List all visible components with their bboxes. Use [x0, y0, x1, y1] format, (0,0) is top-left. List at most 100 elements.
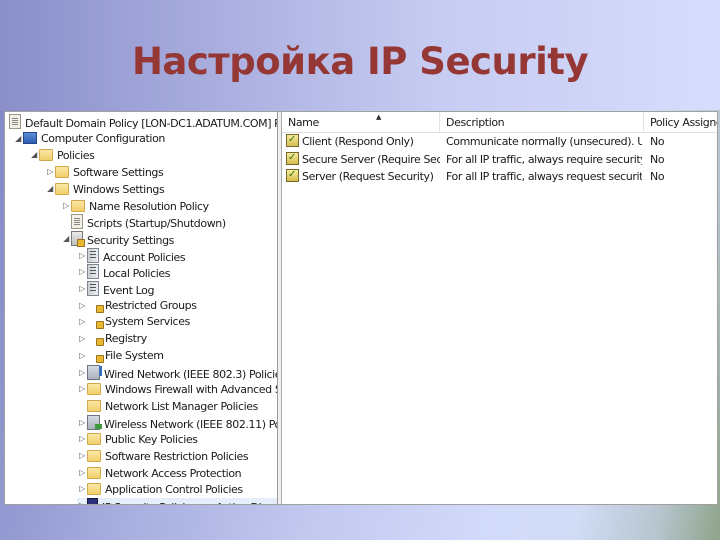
expand-arrow-icon[interactable]: ▷ — [77, 448, 87, 464]
list-header: Name ▲ Description Policy Assigned — [282, 112, 717, 133]
folder-icon — [87, 466, 101, 479]
tree-item-label: Name Resolution Policy — [89, 199, 209, 213]
cell-name: Server (Request Security) — [286, 168, 440, 185]
policy-name: Secure Server (Require Security) — [302, 152, 440, 166]
tree-item-label: Windows Firewall with Advanced Security — [105, 383, 277, 397]
expand-arrow-icon[interactable]: ▷ — [77, 298, 87, 314]
slide-title: Настройка IP Security — [131, 40, 589, 83]
tree-item[interactable]: ▷ File System — [77, 348, 164, 364]
tree-item-label: Registry — [105, 332, 147, 346]
column-header-policy-assigned[interactable]: Policy Assigned — [644, 112, 717, 132]
tree-item[interactable]: ▷ Name Resolution Policy — [61, 198, 209, 214]
expand-arrow-icon[interactable]: ▷ — [77, 331, 87, 347]
folder-icon — [87, 383, 101, 396]
folder-icon — [71, 199, 85, 212]
policy-row[interactable]: Secure Server (Require Security) For all … — [282, 151, 717, 168]
column-header-description[interactable]: Description — [440, 112, 644, 132]
tree-item[interactable]: ▷ IP Security Policies on Active Director… — [77, 498, 277, 504]
tree-item[interactable]: ▷ Wireless Network (IEEE 802.11) Policies — [77, 414, 277, 431]
folder-lock-icon — [87, 348, 104, 363]
expand-arrow-icon[interactable]: ▷ — [77, 381, 87, 397]
collapse-arrow-icon[interactable]: ◢ — [29, 147, 39, 163]
policy-assigned: No — [650, 152, 665, 166]
tree-item[interactable]: ◢ Security Settings — [61, 230, 174, 247]
expand-arrow-icon[interactable]: ▷ — [77, 415, 87, 431]
collapse-arrow-icon[interactable]: ◢ — [45, 181, 55, 197]
server-icon — [87, 264, 99, 280]
expand-arrow-icon[interactable]: ▷ — [77, 264, 87, 280]
expand-arrow-icon[interactable]: ▷ — [77, 365, 87, 381]
tree-item[interactable]: Network List Manager Policies — [77, 398, 258, 414]
tree-item[interactable]: ▷ System Services — [77, 314, 190, 330]
tree-item-label: Policies — [57, 149, 95, 163]
tree-item[interactable]: ▷ Public Key Policies — [77, 431, 198, 447]
tree-item-label: Wireless Network (IEEE 802.11) Policies — [104, 417, 277, 431]
doc-icon — [71, 214, 83, 230]
wireless-icon — [87, 414, 102, 430]
tree-item[interactable]: ◢ Computer Configuration — [13, 131, 165, 147]
tree-item[interactable]: ▷ Account Policies — [77, 247, 186, 264]
cell-name: Client (Respond Only) — [286, 133, 440, 150]
tree-item-label: Windows Settings — [73, 182, 165, 196]
tree-item[interactable]: ▷ Local Policies — [77, 264, 170, 280]
policy-assigned: No — [650, 170, 665, 183]
server-icon — [87, 247, 99, 263]
folder-icon — [55, 182, 69, 195]
tree-item[interactable]: ▷ Registry — [77, 331, 147, 347]
policy-name: Server (Request Security) — [302, 170, 434, 183]
tree-item[interactable]: ▷ Software Settings — [45, 164, 164, 180]
expand-arrow-icon[interactable]: ▷ — [45, 164, 55, 180]
tree-item-label: Application Control Policies — [105, 483, 243, 497]
gpo-editor-window: Default Domain Policy [LON-DC1.ADATUM.CO… — [4, 111, 718, 505]
column-label: Description — [446, 116, 505, 129]
tree-item-label: IP Security Policies on Active Directory — [102, 501, 277, 504]
expand-arrow-icon[interactable]: ▷ — [77, 465, 87, 481]
cell-name: Secure Server (Require Security) — [286, 151, 440, 168]
tree-item[interactable]: ▷ Wired Network (IEEE 802.3) Policies — [77, 364, 277, 381]
tree-item[interactable]: ▷ Application Control Policies — [77, 481, 243, 497]
tree-item[interactable]: ◢ Windows Settings — [45, 181, 165, 197]
folder-icon — [87, 433, 101, 446]
policy-description: For all IP traffic, always require secur… — [446, 152, 642, 166]
collapse-arrow-icon[interactable]: ◢ — [13, 131, 23, 147]
tree-item-label: Scripts (Startup/Shutdown) — [87, 217, 226, 231]
tree-item-label: Account Policies — [103, 250, 186, 264]
tree-item[interactable]: ▷ Network Access Protection — [77, 465, 242, 481]
expand-arrow-icon[interactable]: ▷ — [77, 348, 87, 364]
expand-arrow-icon[interactable]: ▷ — [77, 498, 87, 504]
tree-item[interactable]: ▷ Event Log — [77, 281, 154, 297]
tree-item-label: Restricted Groups — [105, 298, 197, 312]
folder-lock-icon — [87, 314, 104, 330]
folder-icon — [39, 149, 53, 162]
column-header-name[interactable]: Name ▲ — [282, 112, 440, 132]
results-pane: Name ▲ Description Policy Assigned Clien… — [282, 112, 717, 504]
policy-name: Client (Respond Only) — [302, 135, 414, 148]
tree-item-label: Computer Configuration — [41, 131, 165, 145]
server-icon — [87, 281, 99, 296]
expand-arrow-icon[interactable]: ▷ — [77, 431, 87, 447]
policy-description: Communicate normally (unsecured). Use t.… — [446, 135, 642, 148]
tree-item-label: Event Log — [103, 284, 155, 297]
expand-arrow-icon[interactable]: ▷ — [77, 248, 87, 264]
tree-item-label: Security Settings — [87, 233, 174, 247]
expand-arrow-icon[interactable]: ▷ — [61, 198, 71, 214]
tree-item[interactable]: ◢ Policies — [29, 147, 95, 163]
policy-row[interactable]: Client (Respond Only) Communicate normall… — [282, 133, 717, 150]
folder-icon — [87, 450, 101, 462]
folder-lock-icon — [87, 331, 104, 347]
expand-arrow-icon[interactable]: ▷ — [77, 314, 87, 330]
tree-item[interactable]: ▷ Windows Firewall with Advanced Security — [77, 381, 277, 397]
tree-item[interactable]: Default Domain Policy [LON-DC1.ADATUM.CO… — [7, 114, 277, 130]
expand-arrow-icon[interactable]: ▷ — [77, 281, 87, 297]
expand-arrow-icon[interactable]: ▷ — [77, 481, 87, 497]
ip-security-policy-icon — [286, 168, 299, 183]
tree-item[interactable]: ▷ Software Restriction Policies — [77, 448, 249, 464]
policy-description: For all IP traffic, always request secur… — [446, 170, 642, 183]
policy-row[interactable]: Server (Request Security) For all IP traf… — [282, 168, 717, 185]
tree-item-label: Network Access Protection — [105, 466, 242, 480]
tree-item[interactable]: ▷ Restricted Groups — [77, 298, 197, 314]
column-label: Policy Assigned — [650, 116, 717, 129]
collapse-arrow-icon[interactable]: ◢ — [61, 231, 71, 247]
console-tree: Default Domain Policy [LON-DC1.ADATUM.CO… — [5, 112, 278, 504]
tree-item[interactable]: Scripts (Startup/Shutdown) — [61, 214, 226, 230]
